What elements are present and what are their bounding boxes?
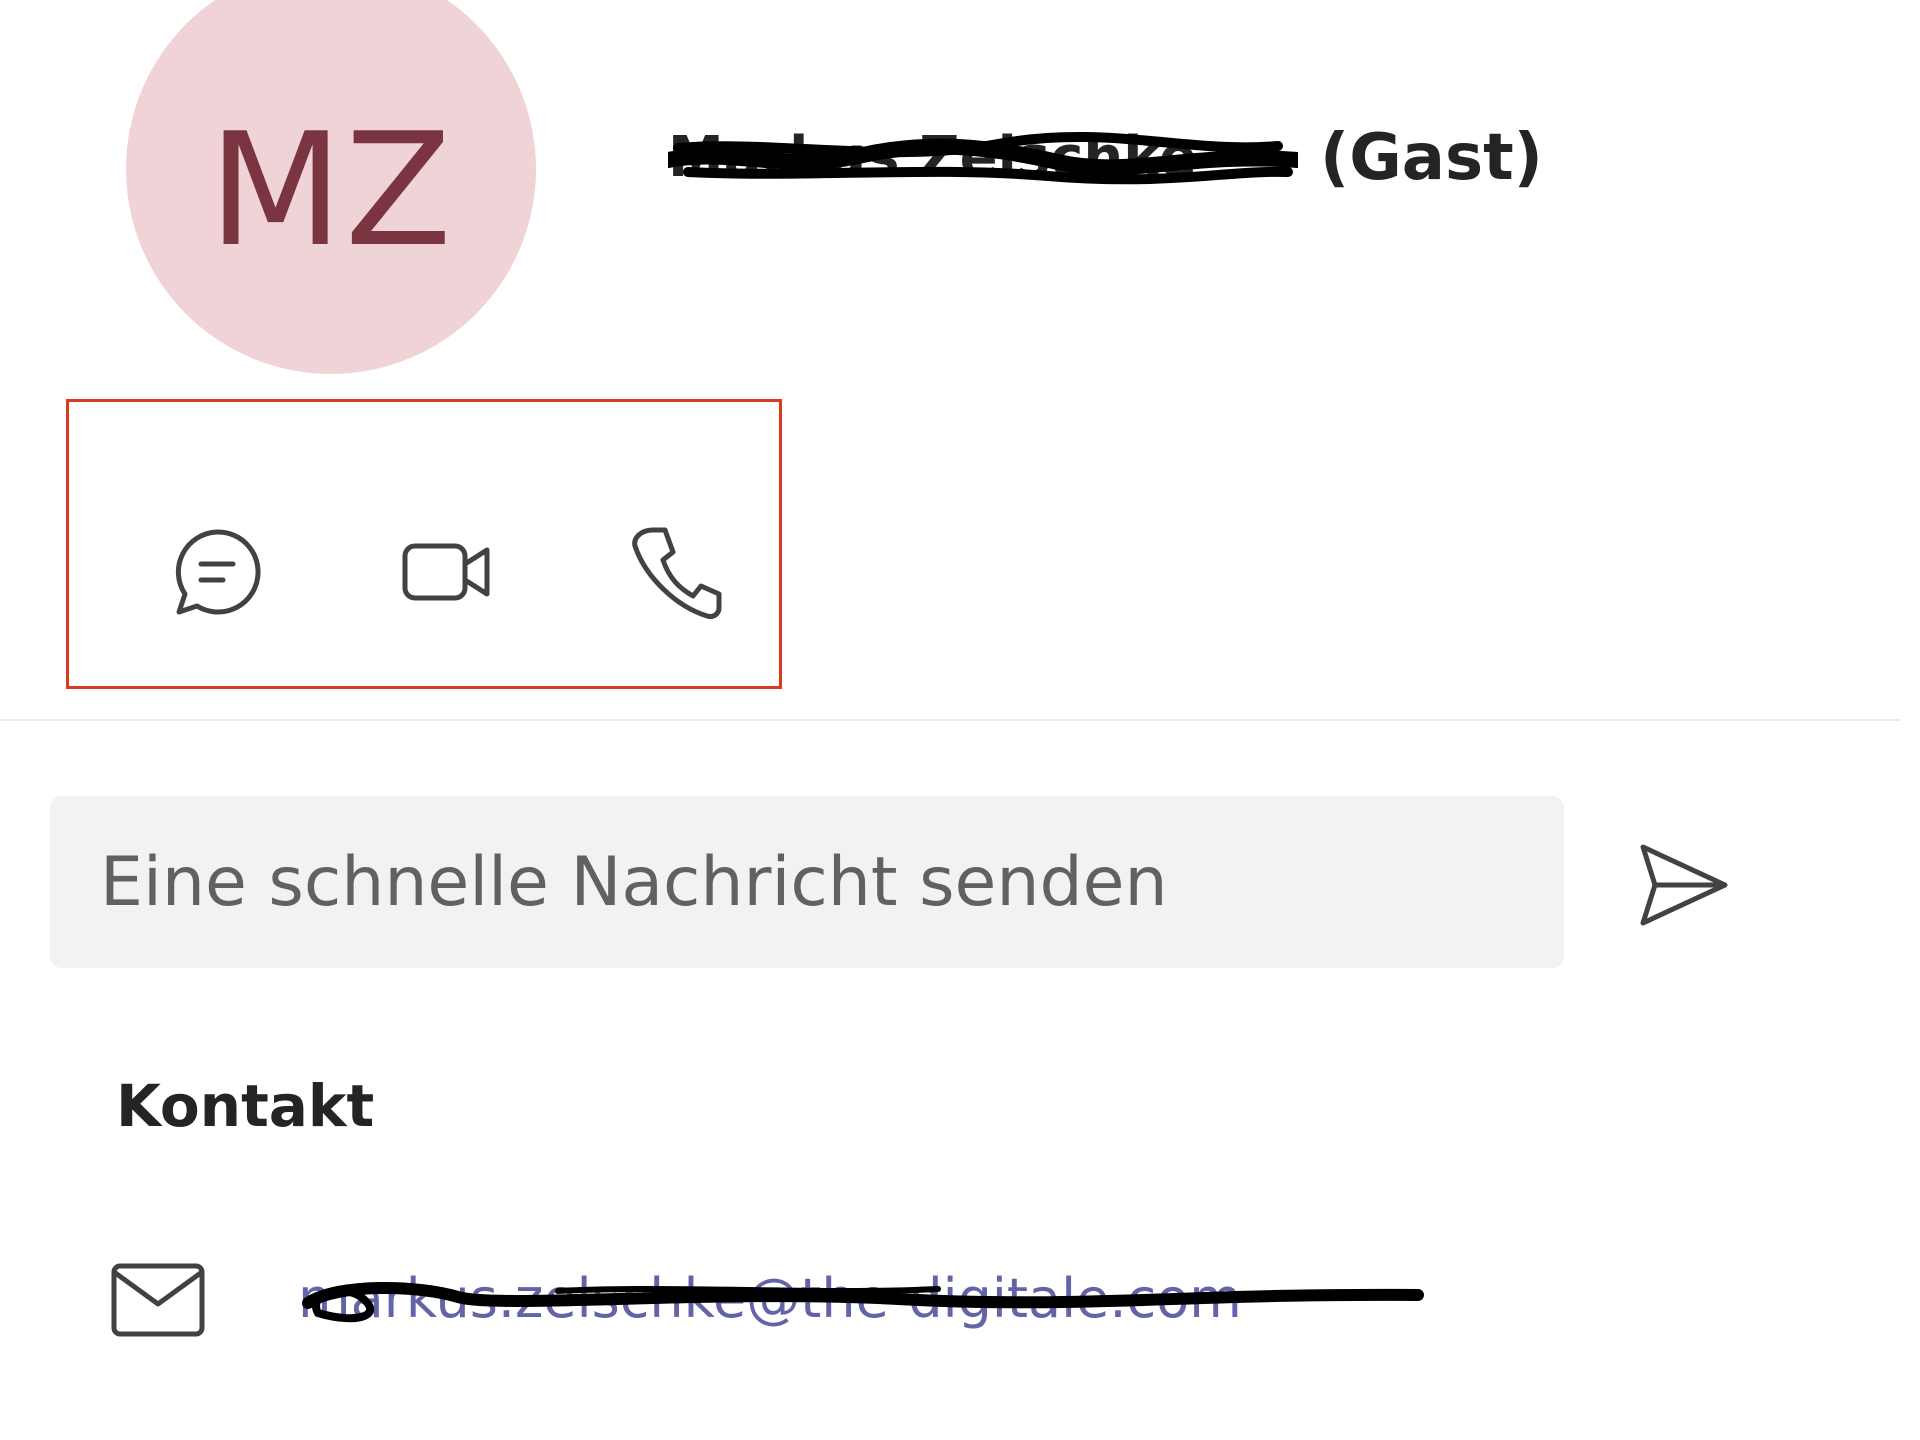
chat-icon	[175, 529, 261, 615]
audio-call-button[interactable]	[617, 512, 737, 632]
video-call-button[interactable]	[387, 512, 507, 632]
send-button[interactable]	[1628, 830, 1738, 940]
guest-label: (Gast)	[1320, 121, 1543, 195]
avatar: MZ	[126, 0, 536, 374]
contact-email-row: markus.zelschke@the-digitale.com	[110, 1250, 1448, 1350]
phone-icon	[632, 527, 722, 619]
contact-actions-highlight	[66, 399, 782, 689]
contact-heading: Kontakt	[116, 1072, 375, 1140]
mail-icon	[111, 1263, 205, 1337]
avatar-initials: MZ	[208, 99, 454, 281]
quick-message-input[interactable]	[50, 796, 1564, 968]
profile-name-row: Markus Zelschke (Gast)	[668, 118, 1543, 198]
chat-button[interactable]	[157, 512, 277, 632]
contact-email-link[interactable]: markus.zelschke@the-digitale.com	[298, 1255, 1448, 1345]
video-call-icon	[402, 543, 490, 601]
section-divider	[0, 719, 1900, 721]
send-icon	[1640, 844, 1728, 926]
profile-name-redacted: Markus Zelschke	[668, 126, 1298, 190]
